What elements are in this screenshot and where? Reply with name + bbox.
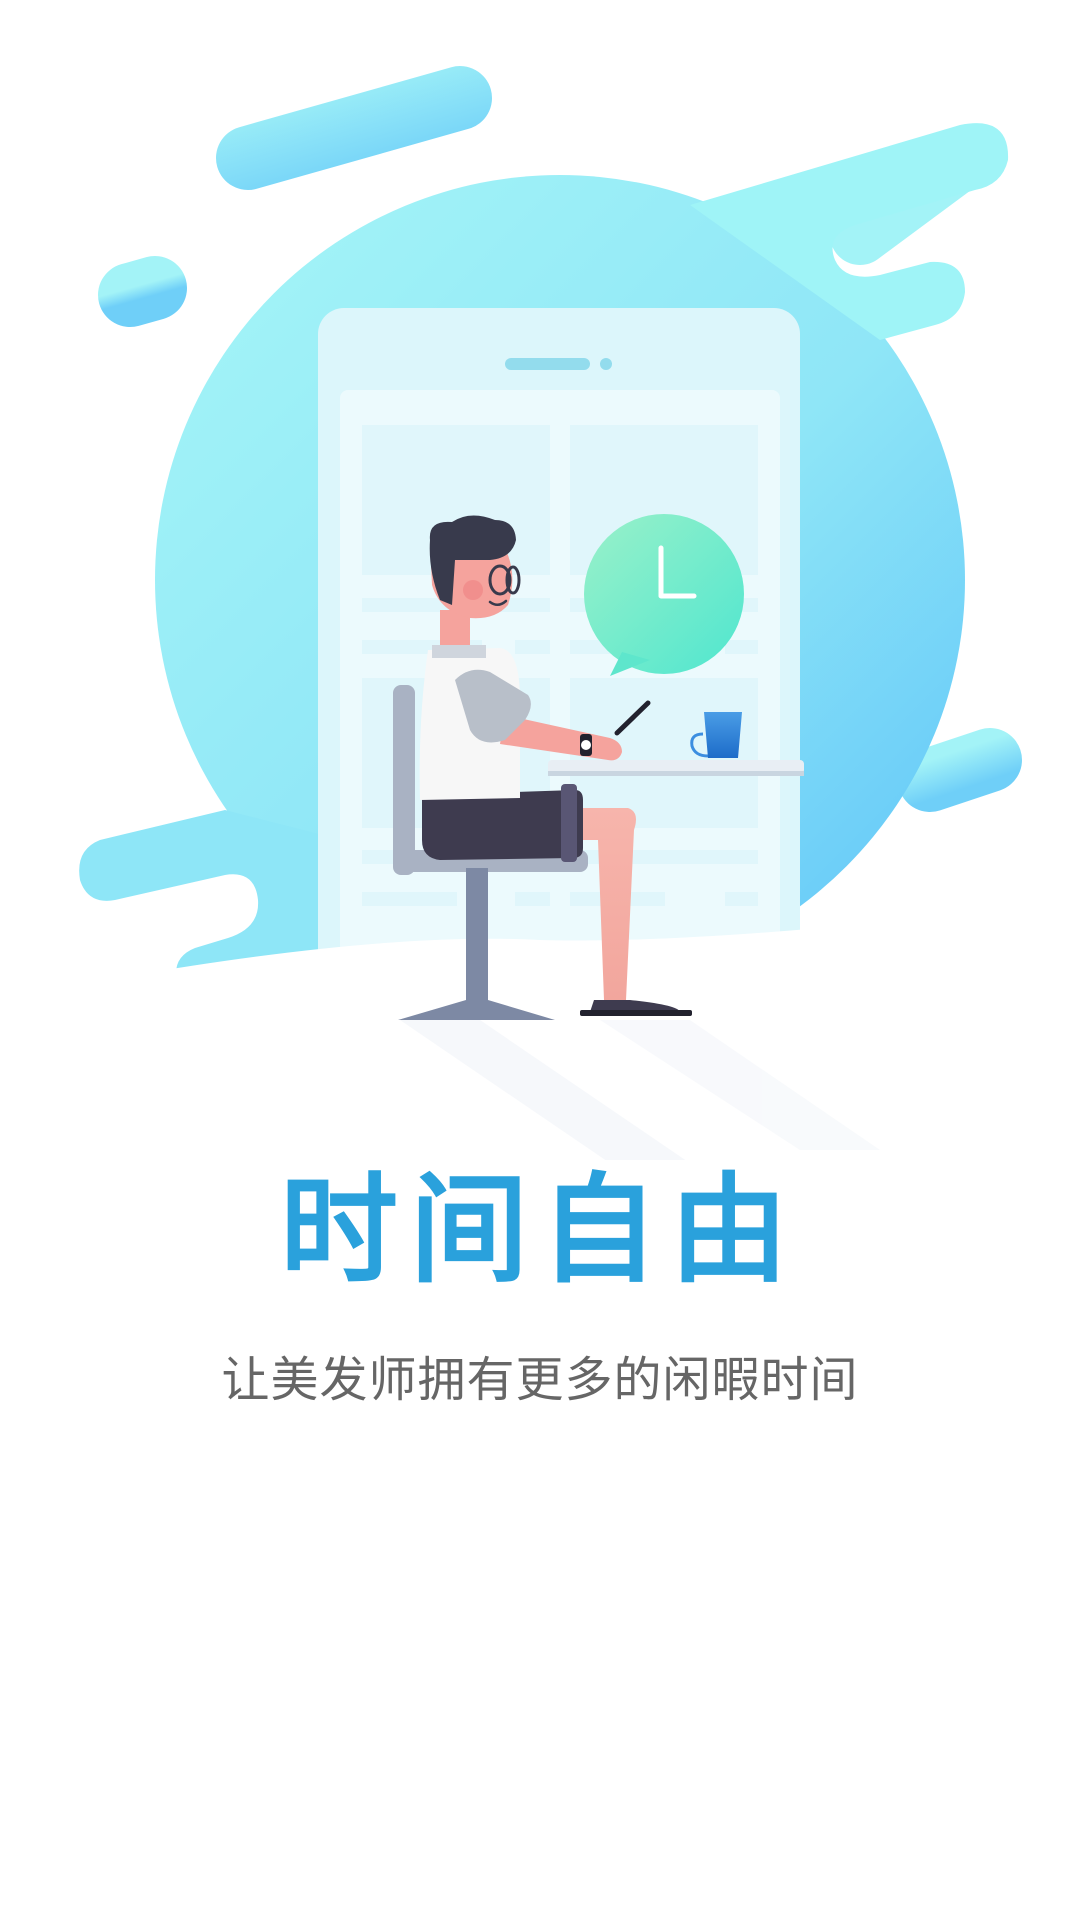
page-subtitle: 让美发师拥有更多的闲暇时间 [221, 1352, 859, 1408]
desk [548, 760, 804, 776]
onboarding-illustration [0, 66, 1080, 1160]
onboarding-screen: 时间自由 让美发师拥有更多的闲暇时间 [0, 0, 1080, 1920]
page-title: 时间自由 [279, 1160, 800, 1299]
